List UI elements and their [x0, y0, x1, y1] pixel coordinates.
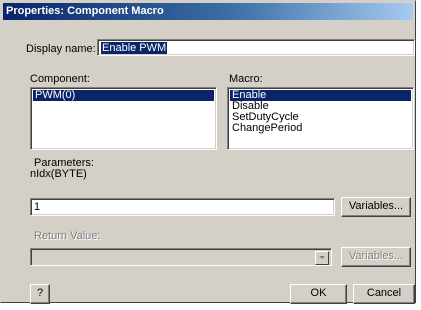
title-bar[interactable]: Properties: Component Macro	[3, 3, 413, 20]
ok-button[interactable]: OK	[290, 284, 347, 304]
parameters-variables-button[interactable]: Variables...	[341, 197, 411, 217]
macro-listbox[interactable]: Enable Disable SetDutyCycle ChangePeriod	[227, 87, 414, 150]
component-list-item[interactable]: PWM(0)	[33, 90, 214, 101]
component-label: Component:	[30, 73, 90, 85]
return-value-label: Return Value:	[34, 230, 101, 242]
macro-label: Macro:	[229, 73, 263, 85]
component-macro-dialog: Properties: Component Macro Display name…	[0, 0, 416, 304]
macro-list-item-changeperiod[interactable]: ChangePeriod	[230, 123, 411, 134]
dropdown-arrow-icon[interactable]	[315, 251, 329, 265]
display-name-label: Display name:	[26, 43, 96, 55]
parameters-value: 1	[34, 201, 41, 213]
component-listbox[interactable]: PWM(0)	[30, 87, 217, 150]
parameters-value-field[interactable]: 1	[30, 198, 335, 216]
return-value-dropdown[interactable]	[30, 248, 332, 266]
parameters-signature: nIdx(BYTE)	[30, 168, 87, 180]
return-value-variables-button[interactable]: Variables...	[341, 247, 411, 267]
display-name-value: Enable PWM	[101, 42, 168, 54]
display-name-field[interactable]: Enable PWM	[97, 39, 415, 56]
cancel-button[interactable]: Cancel	[353, 284, 415, 304]
help-button[interactable]: ?	[30, 284, 50, 304]
